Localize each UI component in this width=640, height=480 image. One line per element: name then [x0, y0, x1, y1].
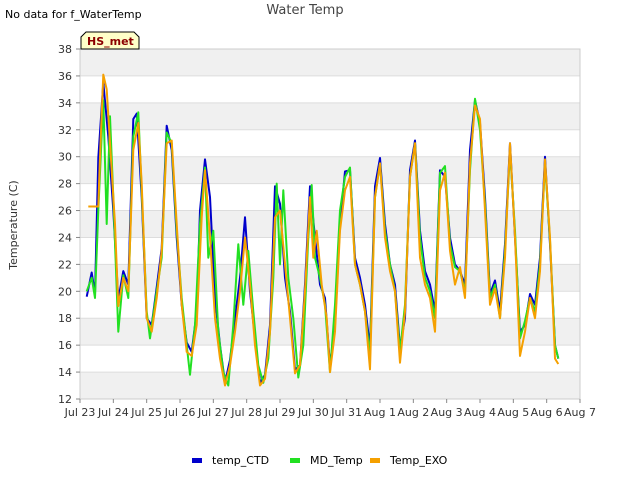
grid-band — [80, 49, 580, 76]
y-tick-label: 12 — [58, 393, 72, 406]
grid-band — [80, 102, 580, 130]
chart-legend: temp_CTD MD_Temp Temp_EXO — [192, 454, 448, 467]
x-tick-label: Jul 27 — [197, 406, 229, 419]
grid-band — [80, 318, 580, 346]
hs-met-badge: HS_met — [80, 31, 140, 50]
x-tick-label: Jul 25 — [130, 406, 162, 419]
y-tick-label: 16 — [58, 339, 72, 352]
x-tick-label: Aug 4 — [464, 406, 496, 419]
x-tick-label: Aug 2 — [397, 406, 429, 419]
y-tick-label: 36 — [58, 70, 72, 83]
y-tick-label: 30 — [58, 151, 72, 164]
y-axis-label: Temperature (C) — [7, 180, 20, 270]
x-tick-label: Jul 31 — [330, 406, 362, 419]
y-tick-label: 26 — [58, 205, 72, 218]
y-tick-label: 20 — [58, 285, 72, 298]
y-tick-label: 38 — [58, 43, 72, 56]
x-tick-label: Jul 30 — [297, 406, 329, 419]
y-tick-label: 32 — [58, 124, 72, 137]
y-tick-label: 24 — [58, 231, 72, 244]
y-tick-label: 34 — [58, 97, 72, 110]
y-axis-ticks: 12 14 16 18 20 22 24 26 28 30 32 34 36 38 — [58, 43, 80, 406]
x-tick-label: Jul 24 — [97, 406, 129, 419]
grid-band — [80, 156, 580, 184]
legend-swatch — [290, 458, 300, 463]
legend-label: temp_CTD — [212, 454, 269, 467]
x-tick-label: Aug 5 — [497, 406, 529, 419]
x-tick-label: Aug 1 — [364, 406, 396, 419]
x-tick-label: Jul 29 — [264, 406, 296, 419]
hs-met-badge-label: HS_met — [87, 35, 134, 48]
x-tick-label: Jul 28 — [230, 406, 262, 419]
x-tick-label: Jul 26 — [164, 406, 196, 419]
y-tick-label: 22 — [58, 258, 72, 271]
x-tick-label: Aug 3 — [431, 406, 463, 419]
y-tick-label: 14 — [58, 366, 72, 379]
no-data-note: No data for f_WaterTemp — [5, 8, 142, 21]
legend-label: Temp_EXO — [389, 454, 448, 467]
grid-band — [80, 372, 580, 399]
legend-label: MD_Temp — [310, 454, 363, 467]
water-temp-chart: No data for f_WaterTemp Water Temp 12141… — [5, 3, 596, 467]
x-tick-label: Aug 7 — [564, 406, 596, 419]
y-tick-label: 28 — [58, 178, 72, 191]
chart-title: Water Temp — [266, 3, 343, 18]
x-axis-ticks: Jul 23 Jul 24 Jul 25 Jul 26 Jul 27 Jul 28 Jul … — [64, 399, 596, 419]
y-tick-label: 18 — [58, 312, 72, 325]
x-tick-label: Jul 23 — [64, 406, 96, 419]
x-tick-label: Aug 6 — [531, 406, 563, 419]
legend-swatch — [370, 458, 380, 463]
legend-swatch — [192, 458, 202, 463]
